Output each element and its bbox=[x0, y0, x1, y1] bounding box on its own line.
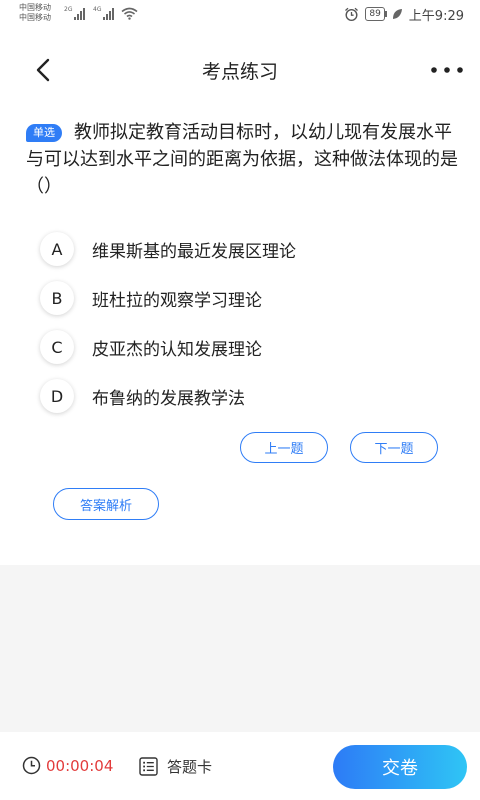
option-text: 班杜拉的观察学习理论 bbox=[92, 290, 262, 311]
prev-question-button[interactable]: 上一题 bbox=[240, 432, 328, 463]
carrier-1: 中国移动 bbox=[19, 3, 51, 12]
question-text: 教师拟定教育活动目标时，以幼儿现有发展水平与可以达到水平之间的距离为依据，这种做… bbox=[26, 122, 458, 197]
page-title: 考点练习 bbox=[201, 61, 278, 83]
option-text: 维果斯基的最近发展区理论 bbox=[92, 241, 296, 262]
status-right: 89 上午9:29 bbox=[344, 5, 464, 24]
option-letter: C bbox=[40, 330, 74, 364]
alarm-icon bbox=[345, 7, 359, 21]
signal-2-icon: 4G bbox=[93, 6, 115, 20]
battery-icon: 89 bbox=[365, 7, 388, 21]
option-letter: A bbox=[40, 232, 74, 266]
header: 考点练习 bbox=[0, 44, 480, 96]
option-letter: D bbox=[40, 379, 74, 413]
option-text: 布鲁纳的发展教学法 bbox=[92, 388, 245, 409]
option-a[interactable]: A 维果斯基的最近发展区理论 bbox=[40, 230, 460, 268]
list-icon bbox=[139, 757, 158, 776]
question: 单选 教师拟定教育活动目标时，以幼儿现有发展水平与可以达到水平之间的距离为依据，这… bbox=[26, 119, 460, 200]
content-background bbox=[0, 565, 480, 732]
next-question-button[interactable]: 下一题 bbox=[350, 432, 438, 463]
question-type-badge: 单选 bbox=[26, 124, 62, 142]
option-b[interactable]: B 班杜拉的观察学习理论 bbox=[40, 279, 460, 317]
carrier-2: 中国移动 bbox=[19, 13, 51, 22]
carrier-labels: 中国移动 中国移动 bbox=[19, 3, 51, 23]
network-type-2: 4G bbox=[93, 6, 102, 13]
options-list: A 维果斯基的最近发展区理论 B 班杜拉的观察学习理论 C 皮亚杰的认知发展理论… bbox=[40, 230, 460, 426]
option-letter: B bbox=[40, 281, 74, 315]
submit-button[interactable]: 交卷 bbox=[333, 745, 467, 789]
answer-card-label: 答题卡 bbox=[167, 758, 213, 776]
bottom-bar: 00:00:04 答题卡 交卷 bbox=[0, 732, 480, 800]
option-d[interactable]: D 布鲁纳的发展教学法 bbox=[40, 377, 460, 415]
more-button[interactable] bbox=[430, 62, 464, 78]
status-bar: 中国移动 中国移动 2G 4G 89 上午9:29 bbox=[0, 0, 480, 30]
leaf-icon bbox=[392, 8, 402, 19]
wifi-icon bbox=[121, 7, 138, 20]
timer: 00:00:04 bbox=[22, 756, 113, 775]
signal-1-icon: 2G bbox=[64, 6, 86, 20]
network-type-1: 2G bbox=[64, 6, 73, 13]
more-dots-icon bbox=[431, 67, 463, 73]
option-text: 皮亚杰的认知发展理论 bbox=[92, 339, 262, 360]
option-c[interactable]: C 皮亚杰的认知发展理论 bbox=[40, 328, 460, 366]
answer-analysis-button[interactable]: 答案解析 bbox=[53, 488, 159, 520]
clock-icon bbox=[22, 756, 41, 775]
timer-text: 00:00:04 bbox=[46, 756, 114, 775]
answer-card-button[interactable]: 答题卡 bbox=[139, 756, 212, 777]
clock-time: 上午9:29 bbox=[408, 8, 464, 24]
